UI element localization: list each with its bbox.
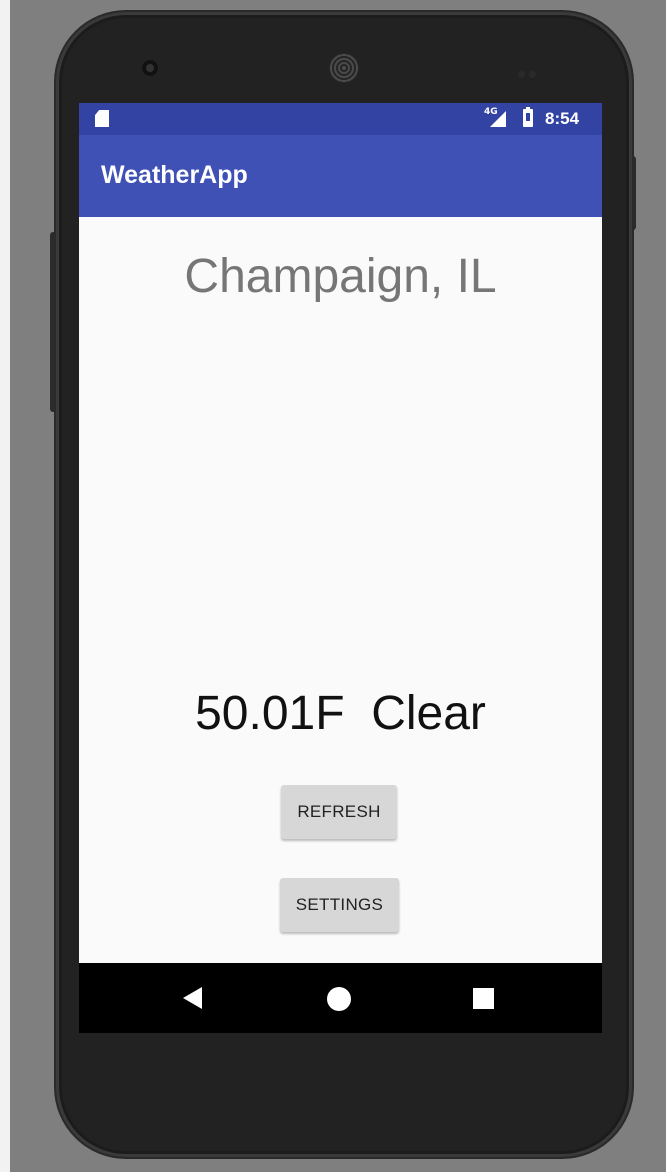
recent-apps-icon[interactable] [473,988,494,1009]
device-screen: 4G 8:54 WeatherApp Champaign, IL 50.01F … [79,103,602,1033]
proximity-sensor-icon [518,63,542,78]
back-icon[interactable] [183,987,202,1009]
status-clock: 8:54 [545,109,580,128]
navigation-bar [79,963,602,1033]
app-toolbar: WeatherApp [79,135,602,217]
home-icon[interactable] [327,987,351,1011]
weather-label: 50.01F Clear [195,687,486,740]
cell-signal-icon [490,111,506,127]
refresh-button[interactable]: REFRESH [281,785,397,839]
sd-card-icon [95,110,109,127]
settings-button[interactable]: SETTINGS [280,878,399,932]
earpiece-speaker-icon [329,53,359,83]
battery-icon [523,107,533,127]
window-edge [0,0,10,1172]
front-camera-icon [142,60,158,76]
phone-chin [150,1042,590,1072]
city-label: Champaign, IL [184,250,497,303]
app-title: WeatherApp [101,161,248,189]
status-bar: 4G 8:54 [79,103,602,135]
